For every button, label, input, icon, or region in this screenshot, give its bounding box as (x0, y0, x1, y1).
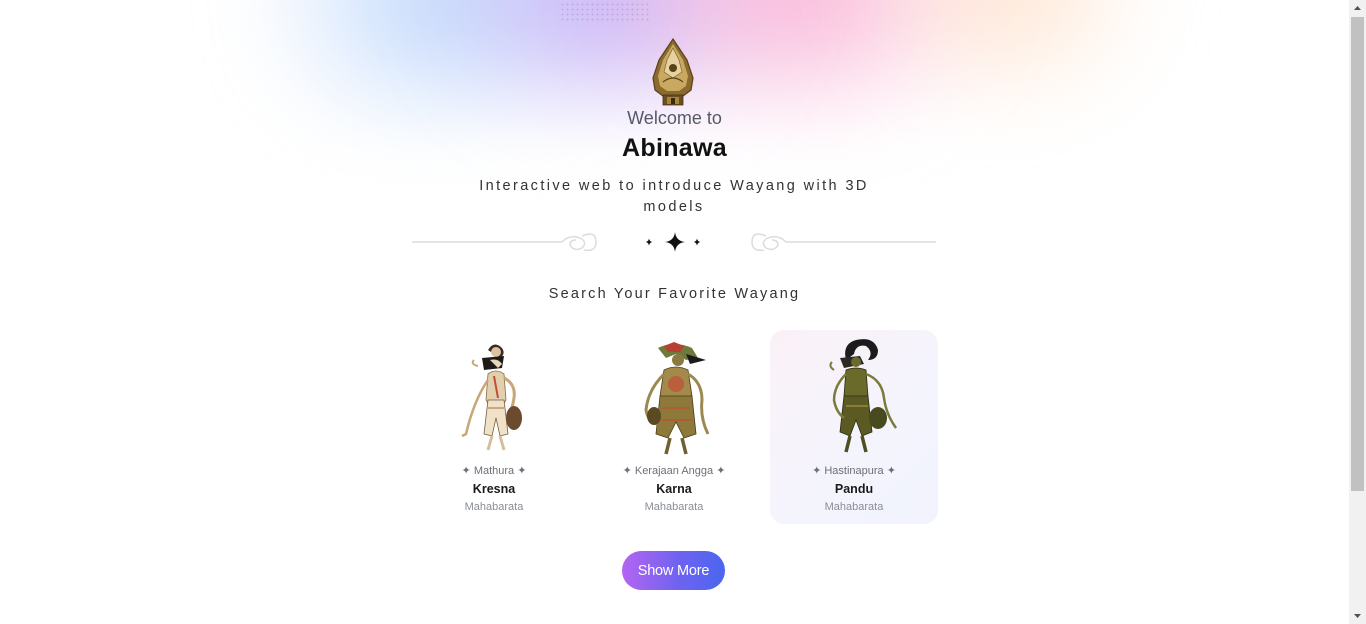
wayang-figure-pandu-icon (829, 339, 898, 453)
card-epic: Mahabarata (824, 501, 884, 513)
scrollbar-thumb[interactable] (1351, 17, 1364, 491)
subtitle: Interactive web to introduce Wayang with… (479, 178, 869, 215)
scroll-down-arrow-icon[interactable] (1349, 607, 1366, 624)
card-origin: ✦ Mathura ✦ (461, 465, 527, 477)
decorative-dots (560, 2, 650, 22)
wayang-card-karna[interactable]: ✦ Kerajaan Angga ✦ Karna Mahabarata (590, 330, 758, 524)
card-epic: Mahabarata (644, 501, 704, 513)
page: Welcome to Abinawa Interactive web to in… (0, 0, 1349, 624)
wayang-card-kresna[interactable]: ✦ Mathura ✦ Kresna Mahabarata (410, 330, 578, 524)
welcome-text: Welcome to (627, 108, 722, 128)
scroll-up-arrow-icon[interactable] (1349, 0, 1366, 17)
card-origin: ✦ Hastinapura ✦ (812, 465, 896, 477)
show-more-button[interactable]: Show More (622, 551, 725, 590)
wayang-figure-kresna-icon (461, 344, 522, 451)
brand-title: Abinawa (622, 134, 727, 162)
card-origin: ✦ Kerajaan Angga ✦ (622, 465, 726, 477)
card-epic: Mahabarata (464, 501, 524, 513)
card-name: Kresna (472, 482, 516, 496)
card-name: Karna (656, 482, 692, 496)
vertical-scrollbar[interactable] (1349, 0, 1366, 624)
card-name: Pandu (834, 482, 874, 496)
gunungan-logo-icon (652, 38, 694, 106)
ornament-divider-icon (412, 232, 936, 252)
wayang-card-pandu[interactable]: ✦ Hastinapura ✦ Pandu Mahabarata (770, 330, 938, 524)
wayang-figure-karna-icon (644, 342, 710, 455)
search-section-title: Search Your Favorite Wayang (548, 286, 801, 302)
